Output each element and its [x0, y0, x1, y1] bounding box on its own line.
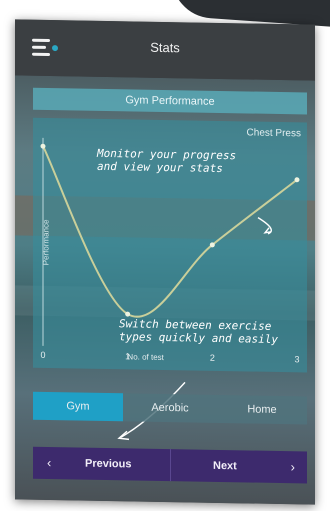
nav-bar: ‹ Previous Next ›: [33, 446, 307, 484]
tab-aerobic[interactable]: Aerobic: [125, 393, 215, 423]
chevron-right-icon: ›: [290, 459, 295, 475]
x-tick-label-2: 2: [210, 353, 215, 363]
previous-button[interactable]: ‹ Previous: [43, 447, 163, 481]
previous-label: Previous: [85, 457, 132, 471]
x-axis-label: No. of test: [127, 352, 164, 362]
annotation-switch: Switch between exercise types quickly an…: [119, 317, 278, 346]
data-point-0: [40, 143, 46, 149]
x-tick-label-0: 0: [40, 350, 45, 360]
next-button[interactable]: Next ›: [173, 449, 307, 483]
tutorial-stage: Stats Gym Performance Chest Press Perfor…: [0, 0, 330, 511]
annotation-progress: Monitor your progress and view your stat…: [97, 146, 237, 176]
page-title: Stats: [150, 39, 180, 56]
top-bar: Stats: [15, 19, 315, 81]
chart-panel: Chest Press Performance 0123 No. of test…: [33, 117, 307, 441]
nav-divider: [170, 449, 171, 482]
x-tick-label-3: 3: [294, 354, 299, 364]
phone-screen: Stats Gym Performance Chest Press Perfor…: [15, 19, 315, 505]
next-label: Next: [213, 459, 237, 473]
data-point-1: [125, 311, 131, 317]
chevron-left-icon: ‹: [47, 454, 52, 471]
tab-home[interactable]: Home: [217, 395, 307, 425]
exercise-tabs: Gym Aerobic Home: [33, 391, 307, 425]
tab-gym[interactable]: Gym: [33, 391, 123, 422]
